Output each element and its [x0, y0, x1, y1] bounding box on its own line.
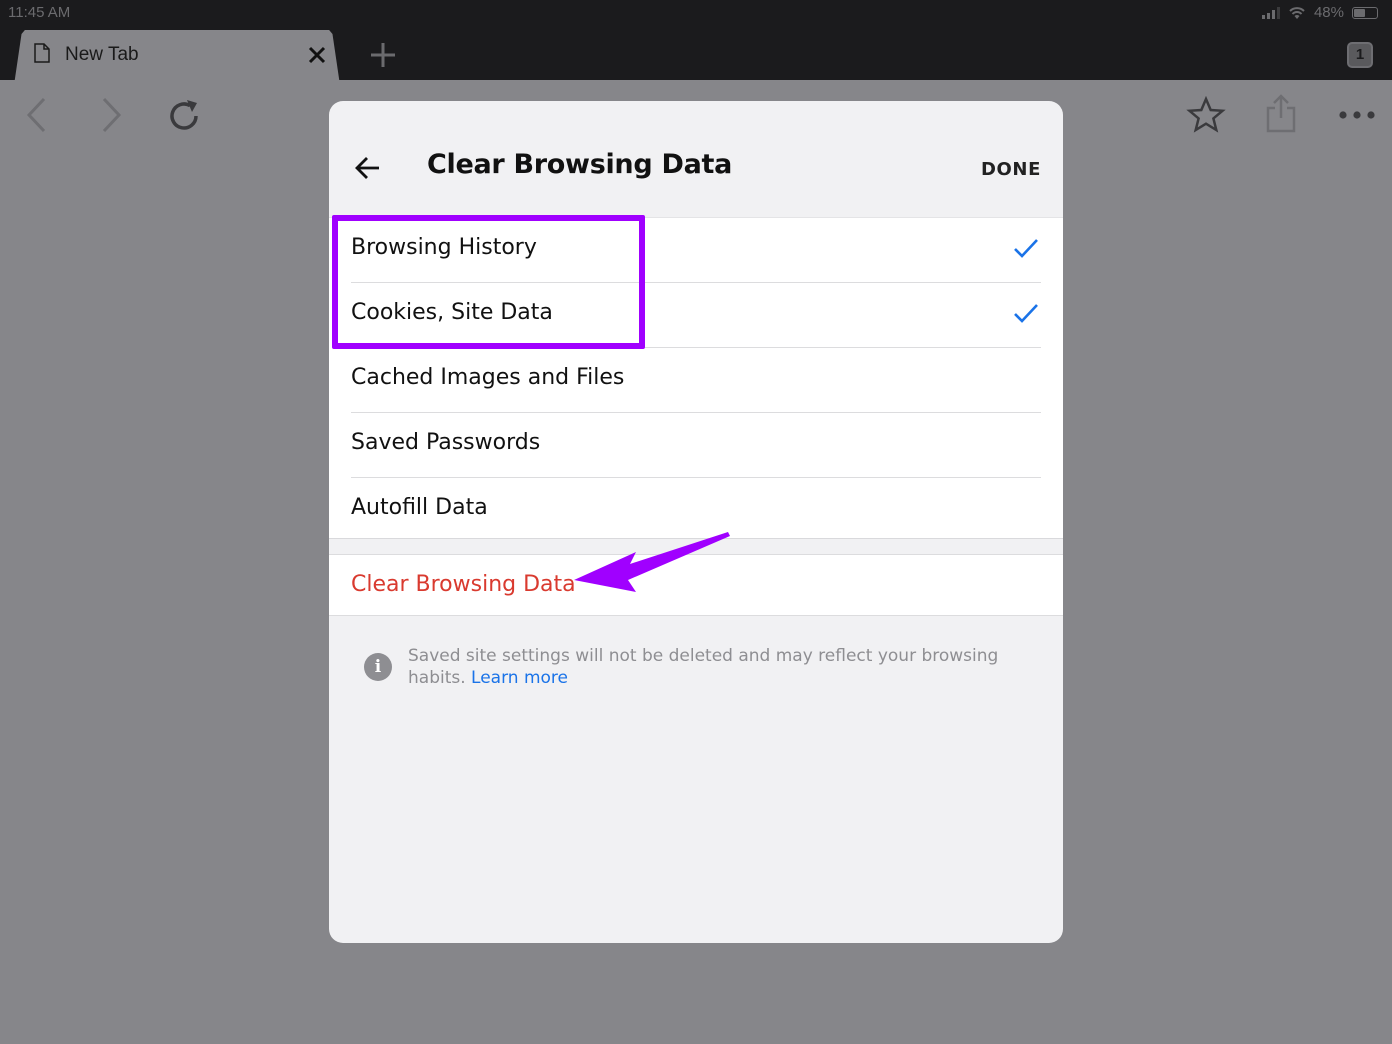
- tab-strip: 11:45 AM 48% New Tab 1: [0, 0, 1392, 80]
- share-icon[interactable]: [1264, 94, 1298, 134]
- status-indicators: 48%: [1261, 4, 1378, 21]
- tab-new-tab[interactable]: New Tab: [14, 30, 340, 80]
- battery-percent: 48%: [1313, 4, 1344, 21]
- annotation-highlight-box: [332, 215, 645, 349]
- reload-icon[interactable]: [166, 98, 202, 134]
- learn-more-link[interactable]: Learn more: [471, 668, 568, 688]
- dialog-header: Clear Browsing Data DONE: [329, 101, 1063, 217]
- wifi-icon: [1289, 6, 1305, 19]
- option-label: Saved Passwords: [351, 430, 541, 455]
- done-button[interactable]: DONE: [981, 159, 1041, 180]
- status-time: 11:45 AM: [8, 4, 71, 21]
- info-icon: i: [364, 653, 392, 681]
- option-saved-passwords[interactable]: Saved Passwords: [351, 413, 1041, 478]
- close-tab-icon[interactable]: [308, 46, 326, 64]
- tab-count-button[interactable]: 1: [1347, 42, 1373, 68]
- checkmark-icon: [1014, 304, 1038, 323]
- clear-action-label: Clear Browsing Data: [351, 572, 576, 597]
- dialog-title: Clear Browsing Data: [427, 149, 733, 180]
- battery-icon: [1352, 6, 1378, 19]
- back-icon[interactable]: [24, 96, 50, 134]
- checkmark-icon: [1014, 239, 1038, 258]
- info-note: Saved site settings will not be deleted …: [408, 645, 1008, 689]
- tab-title: New Tab: [65, 44, 139, 65]
- option-label: Autofill Data: [351, 495, 488, 520]
- more-icon[interactable]: [1337, 108, 1377, 122]
- new-tab-plus-icon[interactable]: [370, 42, 396, 68]
- forward-icon[interactable]: [98, 96, 124, 134]
- back-arrow-icon[interactable]: [353, 153, 383, 183]
- annotation-arrow-icon: [574, 532, 730, 592]
- signal-icon: [1261, 6, 1280, 19]
- option-label: Cached Images and Files: [351, 365, 625, 390]
- star-icon[interactable]: [1186, 96, 1226, 134]
- document-icon: [34, 43, 50, 63]
- option-cached-images-files[interactable]: Cached Images and Files: [351, 348, 1041, 413]
